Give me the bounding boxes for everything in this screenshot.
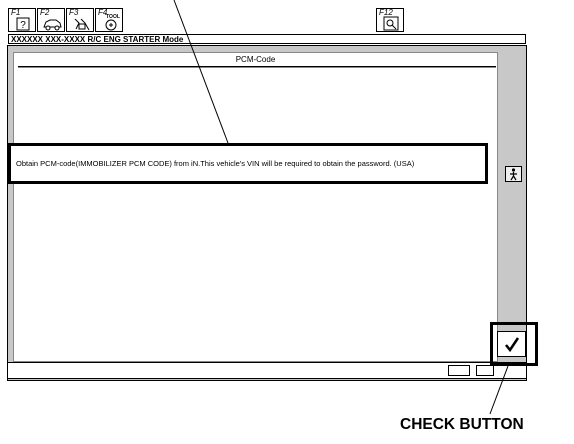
check-button-callout: CHECK BUTTON <box>400 416 524 433</box>
check-leader-line <box>489 365 509 415</box>
message-leader-line <box>173 0 229 144</box>
annotation-leaders <box>173 0 509 415</box>
